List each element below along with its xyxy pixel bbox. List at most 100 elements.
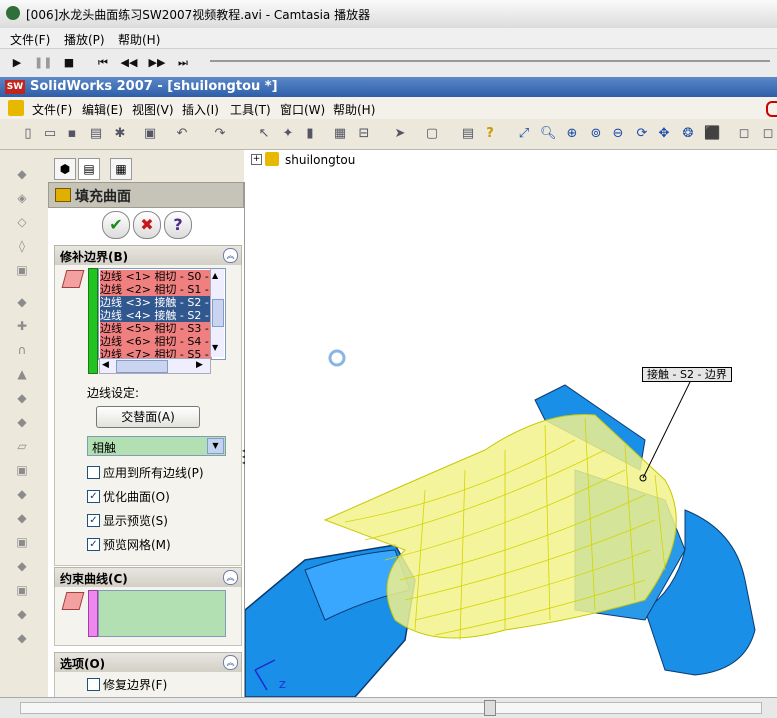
layout-icon[interactable]: ▤ xyxy=(460,126,476,142)
smart-select-icon[interactable]: ✦ xyxy=(280,126,296,142)
collapse-icon[interactable]: ︽ xyxy=(223,655,238,670)
chamfer-icon[interactable]: ✚ xyxy=(14,318,30,334)
repair-boundary-checkbox[interactable] xyxy=(87,678,100,691)
ok-button[interactable]: ✔ xyxy=(102,211,130,239)
window-tool-icon[interactable]: ▢ xyxy=(424,126,440,142)
sw-menu-file[interactable]: 文件(F) xyxy=(32,101,72,118)
patch-boundary-header[interactable]: 修补边界(B) ︽ xyxy=(54,245,242,266)
sw-menu-tools[interactable]: 工具(T) xyxy=(230,101,271,118)
open-icon[interactable]: ▭ xyxy=(42,126,58,142)
sw-menu-insert[interactable]: 插入(I) xyxy=(182,101,219,118)
hidden-lines-icon[interactable]: ◻ xyxy=(760,126,776,142)
boundary-icon[interactable]: ▣ xyxy=(14,262,30,278)
sw-menu-edit[interactable]: 编辑(E) xyxy=(82,101,123,118)
hole-icon[interactable]: ◆ xyxy=(14,414,30,430)
zoom-in-icon[interactable]: ⊕ xyxy=(564,126,580,142)
loft-icon[interactable]: ◊ xyxy=(14,238,30,254)
select-icon[interactable]: ↖ xyxy=(256,126,272,142)
model-viewport[interactable] xyxy=(245,150,777,697)
list-item[interactable]: 边线 <5> 相切 - S3 - xyxy=(100,322,212,335)
graphics-area[interactable]: + shuilongtou 接触 - S2 - 边界 Z xyxy=(245,150,777,697)
configuration-manager-tab-icon[interactable]: ▦ xyxy=(110,158,132,180)
player-menu-help[interactable]: 帮助(H) xyxy=(118,31,160,48)
grid-icon[interactable]: ▦ xyxy=(332,126,348,142)
print-icon[interactable]: ▤ xyxy=(88,126,104,142)
rebuild-traffic-icon[interactable]: ▮ xyxy=(302,126,318,142)
collapse-icon[interactable]: ︽ xyxy=(223,248,238,263)
pan-icon[interactable]: ✥ xyxy=(656,126,672,142)
chevron-down-icon[interactable]: ▼ xyxy=(207,438,224,454)
constraint-curves-list[interactable] xyxy=(98,590,226,637)
sw-menu-help[interactable]: 帮助(H) xyxy=(333,101,375,118)
pattern-icon[interactable]: ▣ xyxy=(14,534,30,550)
options-header[interactable]: 选项(O) ︽ xyxy=(54,652,242,673)
constraint-curves-header[interactable]: 约束曲线(C) ︽ xyxy=(54,567,242,588)
rib-icon[interactable]: ◆ xyxy=(14,390,30,406)
point-icon[interactable]: ◆ xyxy=(14,486,30,502)
arrow-tool-icon[interactable]: ➤ xyxy=(392,126,408,142)
skip-start-icon[interactable]: ⏮ xyxy=(94,55,112,71)
player-menu-file[interactable]: 文件(F) xyxy=(10,31,50,48)
curve-icon[interactable]: ◆ xyxy=(14,630,30,646)
cancel-button[interactable]: ✖ xyxy=(133,211,161,239)
show-preview-checkbox[interactable]: ✓ xyxy=(87,514,100,527)
zoom-out-icon[interactable]: ⊖ xyxy=(610,126,626,142)
sketch-icon[interactable]: ⊟ xyxy=(356,126,372,142)
rewind-icon[interactable]: ◀◀ xyxy=(120,55,138,71)
stop-icon[interactable]: ■ xyxy=(60,55,78,71)
list-item[interactable]: 边线 <4> 接触 - S2 - xyxy=(100,309,212,322)
sw-close-icon[interactable] xyxy=(766,101,777,117)
options-icon[interactable]: ✱ xyxy=(112,126,128,142)
fillet-icon[interactable]: ◆ xyxy=(14,294,30,310)
sw-menu-view[interactable]: 视图(V) xyxy=(132,101,174,118)
scale-icon[interactable]: ◆ xyxy=(14,558,30,574)
shell-icon[interactable]: ∩ xyxy=(14,342,30,358)
pause-icon[interactable]: ❚❚ xyxy=(34,55,52,71)
display-style-icon[interactable]: ◻ xyxy=(736,126,752,142)
scroll-left-icon[interactable]: ◀ xyxy=(102,360,109,370)
apply-all-edges-checkbox[interactable] xyxy=(87,466,100,479)
list-item[interactable]: 边线 <2> 相切 - S1 - xyxy=(100,283,212,296)
scroll-right-icon[interactable]: ▶ xyxy=(196,360,203,370)
edge-list-hscroll[interactable]: ◀ ▶ xyxy=(99,358,211,374)
draft-icon[interactable]: ▲ xyxy=(14,366,30,382)
playback-progress[interactable] xyxy=(20,702,762,714)
split-icon[interactable]: ◆ xyxy=(14,606,30,622)
optimize-surface-checkbox[interactable]: ✓ xyxy=(87,490,100,503)
move-face-icon[interactable]: ▣ xyxy=(14,582,30,598)
zoom-select-icon[interactable]: ⊚ xyxy=(588,126,604,142)
save-icon[interactable]: ▪ xyxy=(64,126,80,142)
fast-forward-icon[interactable]: ▶▶ xyxy=(148,55,166,71)
mirror-icon[interactable]: ◆ xyxy=(14,510,30,526)
help-button[interactable]: ? xyxy=(164,211,192,239)
axis-icon[interactable]: ▣ xyxy=(14,462,30,478)
progress-thumb[interactable] xyxy=(484,700,496,716)
hscroll-thumb[interactable] xyxy=(116,360,168,373)
play-icon[interactable]: ▶ xyxy=(8,55,26,71)
list-item[interactable]: 边线 <3> 接触 - S2 - xyxy=(100,296,212,309)
roll-icon[interactable]: ❂ xyxy=(680,126,696,142)
feature-manager-tab-icon[interactable]: ⬢ xyxy=(54,158,76,180)
undo-icon[interactable]: ↶ xyxy=(174,126,190,142)
collapse-icon[interactable]: ︽ xyxy=(223,570,238,585)
scroll-thumb[interactable] xyxy=(212,299,224,327)
alternate-face-button[interactable]: 交替面(A) xyxy=(96,406,200,428)
revolve-icon[interactable]: ◈ xyxy=(14,190,30,206)
plane-icon[interactable]: ▱ xyxy=(14,438,30,454)
list-item[interactable]: 边线 <6> 相切 - S4 - xyxy=(100,335,212,348)
preview-mesh-checkbox[interactable]: ✓ xyxy=(87,538,100,551)
scroll-up-icon[interactable]: ▲ xyxy=(212,271,218,280)
zoom-fit-icon[interactable]: ⤢ xyxy=(516,126,532,142)
rebuild-icon[interactable]: ▣ xyxy=(142,126,158,142)
extrude-icon[interactable]: ◆ xyxy=(14,166,30,182)
redo-icon[interactable]: ↷ xyxy=(212,126,228,142)
player-menu-play[interactable]: 播放(P) xyxy=(64,31,105,48)
seek-bar[interactable] xyxy=(210,60,770,62)
zoom-area-icon[interactable]: 🔍︎ xyxy=(540,126,557,142)
view-orientation-icon[interactable]: ⬛ xyxy=(704,126,720,142)
rotate-icon[interactable]: ⟳ xyxy=(634,126,650,142)
list-item[interactable]: 边线 <1> 相切 - S0 - xyxy=(100,270,212,283)
sw-menu-window[interactable]: 窗口(W) xyxy=(280,101,325,118)
skip-end-icon[interactable]: ⏭ xyxy=(174,55,192,71)
help-icon[interactable]: ? xyxy=(482,126,498,142)
